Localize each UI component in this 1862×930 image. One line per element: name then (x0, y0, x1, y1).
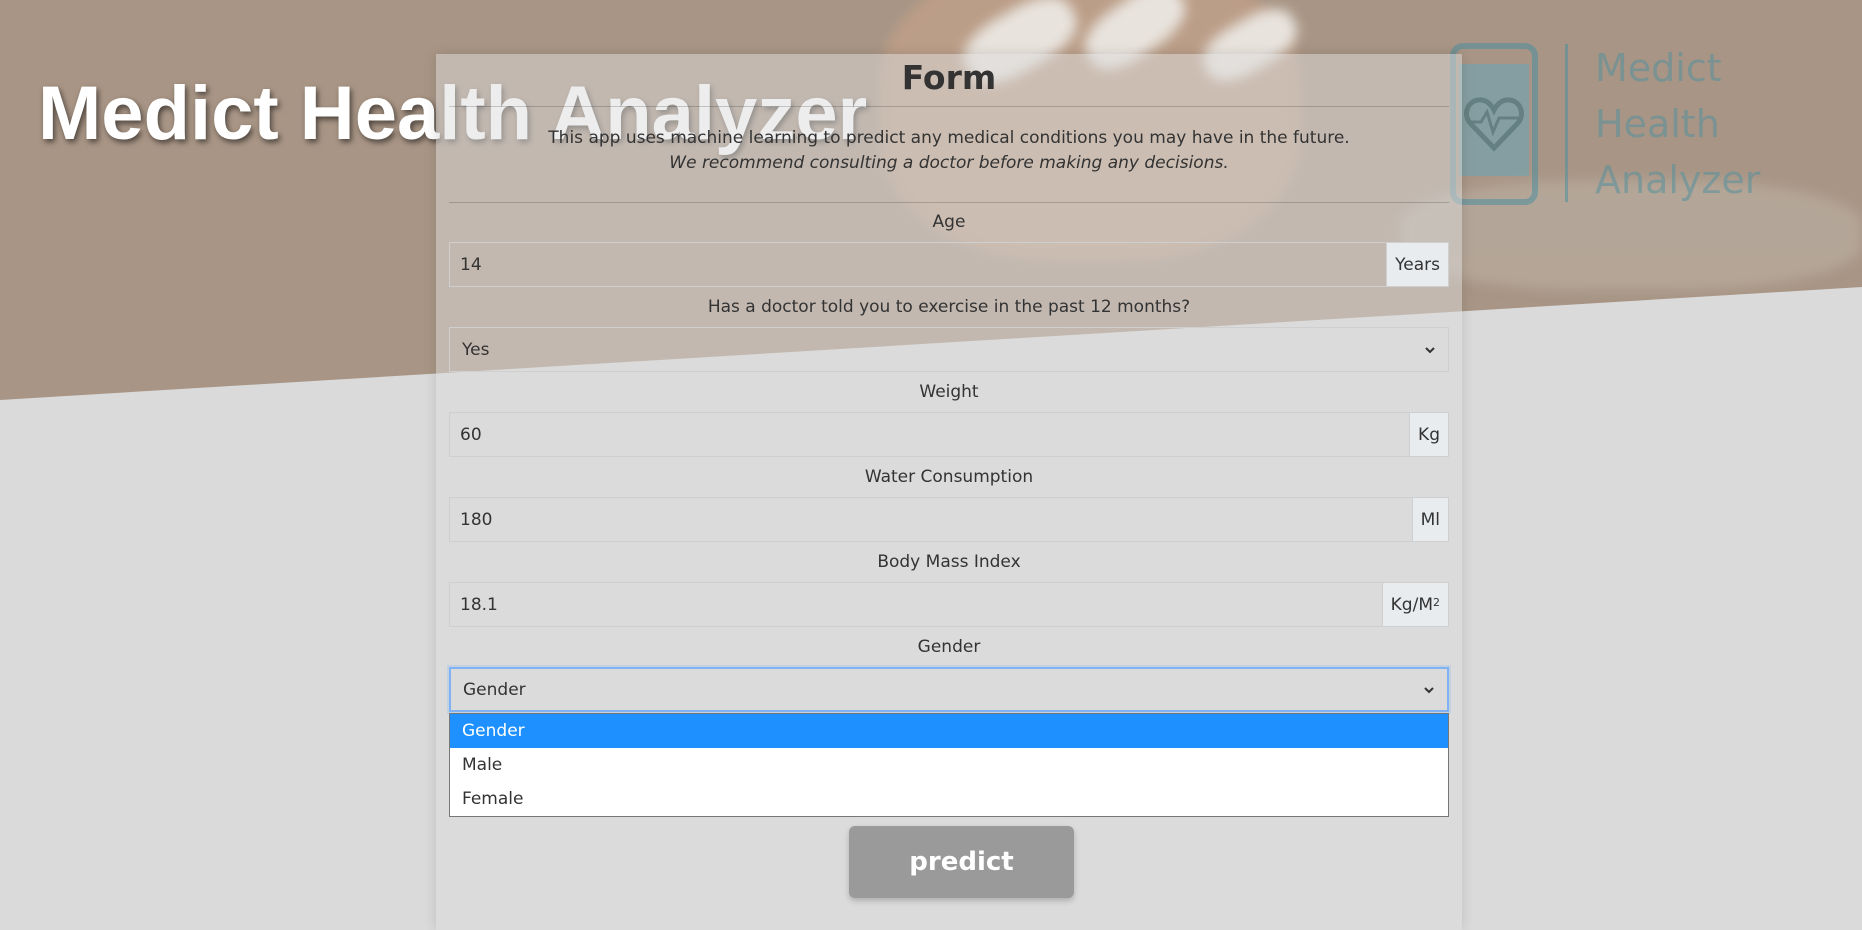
gender-option[interactable]: Male (450, 748, 1448, 782)
logo-line: Analyzer (1595, 158, 1761, 202)
weight-label: Weight (919, 382, 979, 402)
bmi-label: Body Mass Index (877, 552, 1021, 572)
water-label: Water Consumption (864, 467, 1034, 487)
age-unit: Years (1386, 242, 1449, 287)
water-unit: Ml (1411, 497, 1449, 542)
chevron-down-icon (1424, 686, 1434, 693)
bmi-unit: Kg/M 2 (1381, 582, 1449, 627)
bmi-input-group: Kg/M2 (449, 582, 1449, 627)
weight-input[interactable] (449, 412, 1410, 457)
gender-selected-value: Gender (463, 679, 526, 700)
exercise-select[interactable]: Yes (449, 327, 1449, 372)
bmi-input[interactable] (449, 582, 1382, 627)
exercise-selected-value: Yes (462, 339, 490, 360)
water-input-group: Ml (449, 497, 1449, 542)
logo-line: Medict (1595, 46, 1722, 90)
gender-dropdown: Gender Male Female (449, 713, 1449, 817)
phone-heart-icon (1450, 43, 1538, 205)
gender-select[interactable]: Gender (449, 667, 1449, 712)
form-title: Form (901, 58, 997, 97)
logo-divider (1565, 44, 1568, 202)
bmi-unit-text: Kg/M (1390, 594, 1433, 615)
logo-text: Medict Health Analyzer (1595, 40, 1760, 208)
age-label: Age (932, 212, 966, 232)
water-input[interactable] (449, 497, 1412, 542)
age-input[interactable] (449, 242, 1387, 287)
gender-label: Gender (917, 637, 981, 657)
age-input-group: Years (449, 242, 1449, 287)
weight-input-group: Kg (449, 412, 1449, 457)
predict-button[interactable]: predict (849, 826, 1074, 898)
bmi-unit-superscript: 2 (1433, 596, 1440, 609)
recommendation-text: We recommend consulting a doctor before … (669, 153, 1229, 173)
divider (449, 202, 1449, 203)
form-panel: Form This app uses machine learning to p… (436, 54, 1462, 930)
gender-option[interactable]: Gender (450, 714, 1448, 748)
gender-option[interactable]: Female (450, 782, 1448, 816)
chevron-down-icon (1425, 346, 1435, 353)
app-logo: Medict Health Analyzer (1447, 40, 1777, 215)
weight-unit: Kg (1409, 412, 1449, 457)
exercise-label: Has a doctor told you to exercise in the… (707, 297, 1191, 317)
description-text: This app uses machine learning to predic… (548, 128, 1350, 148)
divider (449, 106, 1449, 107)
form-description: This app uses machine learning to predic… (449, 126, 1449, 176)
logo-line: Health (1595, 102, 1720, 146)
